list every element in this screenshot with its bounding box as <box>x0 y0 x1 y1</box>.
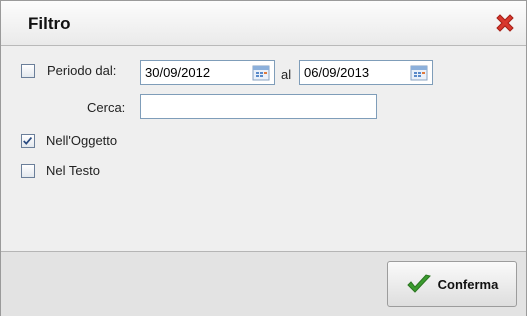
dialog-footer: Conferma <box>1 251 526 316</box>
in-text-checkbox[interactable] <box>21 163 35 178</box>
confirm-button-label: Conferma <box>437 276 499 292</box>
period-to-input[interactable]: 06/09/2013 <box>299 60 433 85</box>
period-to-label: al <box>281 67 292 82</box>
in-text-label: Nel Testo <box>46 163 100 178</box>
filter-dialog: Filtro Periodo dal: 30/09/2012 al 06/09/… <box>0 0 527 316</box>
in-subject-row[interactable]: Nell'Oggetto <box>21 133 117 148</box>
confirm-button[interactable]: Conferma <box>387 261 517 307</box>
period-from-input[interactable]: 30/09/2012 <box>140 60 275 85</box>
period-label: Periodo dal: <box>47 63 117 78</box>
dialog-title: Filtro <box>28 14 71 33</box>
search-input[interactable] <box>140 94 377 119</box>
period-row: Periodo dal: <box>21 63 116 78</box>
in-subject-label: Nell'Oggetto <box>46 133 118 148</box>
dialog-titlebar: Filtro <box>1 1 526 46</box>
close-icon[interactable] <box>494 12 516 34</box>
calendar-icon[interactable] <box>410 65 428 81</box>
period-checkbox[interactable] <box>21 63 35 78</box>
period-from-value: 30/09/2012 <box>145 65 211 80</box>
checkmark-icon <box>23 136 33 145</box>
search-label: Cerca: <box>87 100 126 115</box>
in-subject-checkbox[interactable] <box>21 133 35 148</box>
in-text-row[interactable]: Nel Testo <box>21 163 100 178</box>
period-to-value: 06/09/2013 <box>304 65 370 80</box>
calendar-icon[interactable] <box>252 65 270 81</box>
dialog-body: Periodo dal: 30/09/2012 al 06/09/2013 Ce… <box>1 46 526 251</box>
checkmark-icon <box>406 274 431 293</box>
